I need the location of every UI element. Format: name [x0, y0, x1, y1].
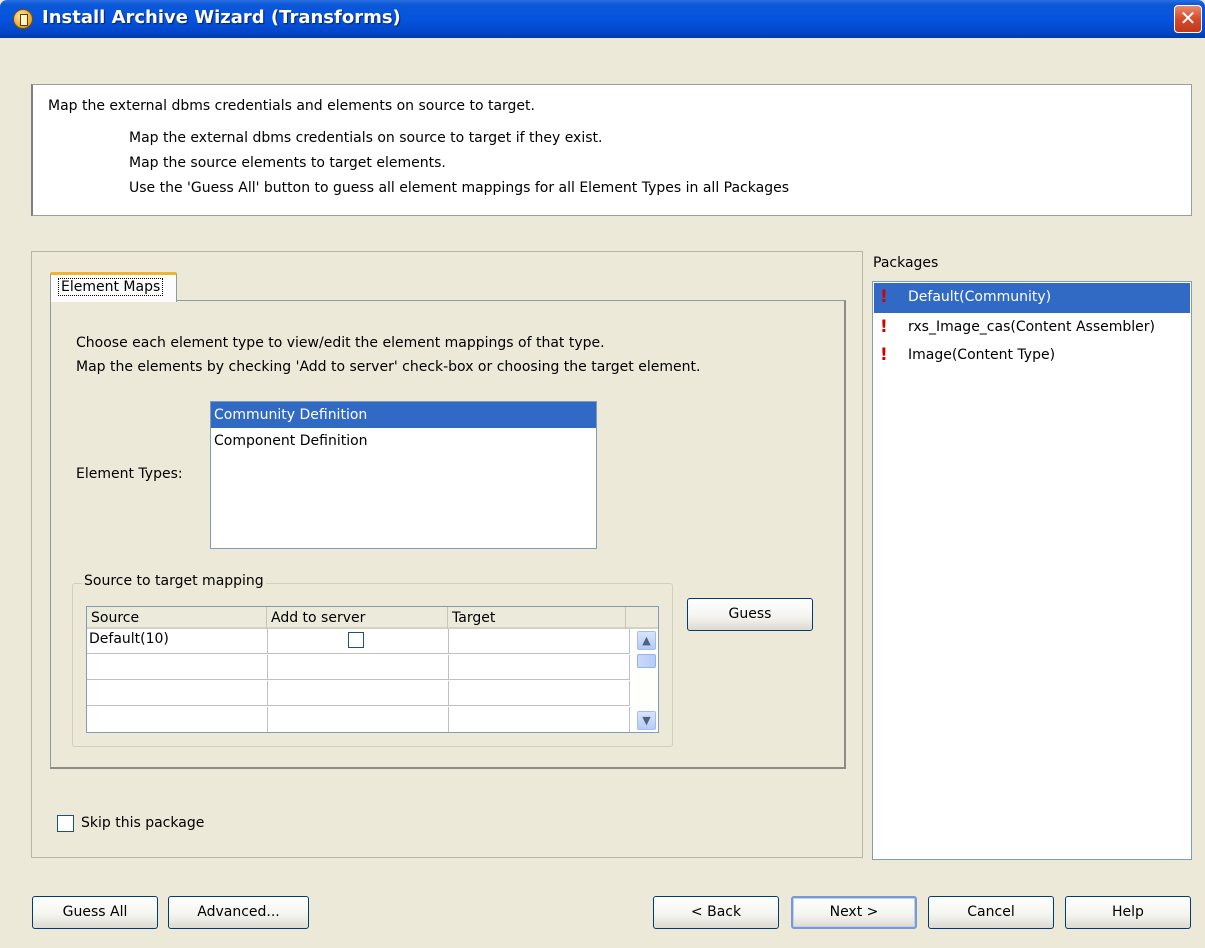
package-item-image-content-type[interactable]: ! Image(Content Type): [874, 341, 1190, 371]
source-cell: [87, 655, 268, 680]
mapping-group-label: Source to target mapping: [82, 573, 266, 589]
mapping-table[interactable]: Source Add to server Target Default(10) …: [86, 606, 659, 733]
advanced-button[interactable]: Advanced...: [168, 896, 309, 929]
target-cell[interactable]: [449, 629, 630, 654]
package-label: Default(Community): [908, 289, 1052, 305]
warning-exclamation-icon: !: [880, 345, 888, 365]
guess-all-button[interactable]: Guess All: [32, 896, 158, 929]
column-header-add-to-server[interactable]: Add to server: [267, 607, 448, 629]
packages-list[interactable]: ! Default(Community) ! rxs_Image_cas(Con…: [872, 281, 1192, 860]
tab-element-maps[interactable]: Element Maps: [50, 272, 177, 302]
scroll-thumb[interactable]: [637, 654, 656, 668]
packages-label: Packages: [873, 255, 939, 271]
instruction-text: Choose each element type to view/edit th…: [76, 335, 605, 351]
description-line: Map the source elements to target elemen…: [129, 155, 446, 171]
back-button[interactable]: < Back: [653, 896, 779, 929]
package-label: rxs_Image_cas(Content Assembler): [908, 319, 1155, 335]
source-cell: Default(10): [87, 629, 268, 654]
package-item-rxs-image-cas[interactable]: ! rxs_Image_cas(Content Assembler): [874, 313, 1190, 343]
list-item-community-definition[interactable]: Community Definition: [211, 402, 596, 428]
add-to-server-cell: [268, 707, 449, 732]
add-to-server-cell: [268, 629, 449, 654]
description-line: Map the external dbms credentials on sou…: [129, 130, 603, 146]
skip-package-checkbox[interactable]: [57, 815, 74, 832]
table-row: [87, 707, 630, 732]
add-to-server-cell: [268, 655, 449, 680]
column-header-source[interactable]: Source: [87, 607, 267, 629]
instruction-text: Map the elements by checking 'Add to ser…: [76, 359, 701, 375]
target-cell: [449, 655, 630, 680]
scroll-down-icon[interactable]: ▼: [637, 711, 656, 730]
scroll-up-icon[interactable]: ▲: [637, 631, 656, 650]
vertical-scrollbar[interactable]: ▲ ▼: [635, 629, 658, 732]
title-bar[interactable]: Install Archive Wizard (Transforms) ✕: [0, 0, 1205, 38]
table-row: [87, 681, 630, 706]
column-header-target[interactable]: Target: [448, 607, 626, 629]
table-row: [87, 655, 630, 680]
element-types-label: Element Types:: [76, 466, 183, 482]
close-button[interactable]: ✕: [1174, 5, 1202, 33]
guess-button[interactable]: Guess: [687, 598, 813, 631]
table-header: Source Add to server Target: [87, 607, 658, 629]
target-cell: [449, 707, 630, 732]
description-main: Map the external dbms credentials and el…: [48, 98, 535, 114]
element-types-list[interactable]: Community Definition Component Definitio…: [210, 401, 597, 549]
add-to-server-checkbox[interactable]: [348, 632, 364, 648]
warning-exclamation-icon: !: [880, 287, 888, 307]
cancel-button[interactable]: Cancel: [928, 896, 1054, 929]
tab-label: Element Maps: [58, 278, 164, 296]
skip-package-label[interactable]: Skip this package: [81, 815, 204, 831]
package-label: Image(Content Type): [908, 347, 1056, 363]
description-panel: Map the external dbms credentials and el…: [31, 84, 1192, 216]
next-button[interactable]: Next >: [791, 896, 917, 929]
source-cell: [87, 681, 268, 706]
description-line: Use the 'Guess All' button to guess all …: [129, 180, 789, 196]
table-row[interactable]: Default(10): [87, 629, 630, 654]
list-item-component-definition[interactable]: Component Definition: [211, 428, 596, 454]
help-button[interactable]: Help: [1065, 896, 1191, 929]
source-cell: [87, 707, 268, 732]
target-cell: [449, 681, 630, 706]
window-title: Install Archive Wizard (Transforms): [42, 7, 401, 28]
archive-wizard-icon: [13, 9, 33, 29]
add-to-server-cell: [268, 681, 449, 706]
package-item-default-community[interactable]: ! Default(Community): [874, 283, 1190, 313]
warning-exclamation-icon: !: [880, 317, 888, 337]
